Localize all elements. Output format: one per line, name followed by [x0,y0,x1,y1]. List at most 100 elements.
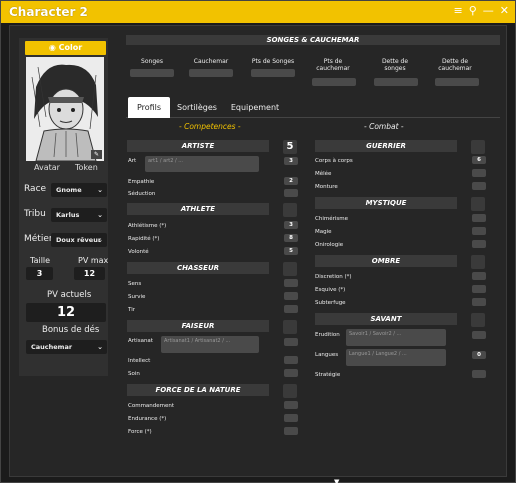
discretion-value[interactable] [472,272,486,280]
chevron-down-icon: ⌄ [97,186,103,194]
tab-profils[interactable]: Profils [128,97,170,118]
skill-discretion: Discretion (*) [315,274,352,280]
guerrier-value[interactable] [471,140,485,154]
tribu-label: Tribu [24,209,46,219]
langues-value[interactable]: 0 [472,351,486,359]
bonus-label: Bonus de dés [42,325,100,335]
magie-value[interactable] [472,227,486,235]
skill-corps-a-corps: Corps à corps [315,158,353,164]
athlete-value[interactable] [283,203,297,217]
savant-value[interactable] [471,313,485,327]
bonus-select[interactable]: Cauchemar ⌄ [26,340,107,354]
empathie-value[interactable]: 2 [284,177,298,185]
langues-textarea[interactable]: Langue1 / Langue2 / ... [346,349,446,366]
art-textarea[interactable]: art1 / art2 / ... [145,156,259,172]
pvmax-input[interactable]: 12 [74,267,105,280]
tab-equipement[interactable]: Equipement [229,97,281,118]
edit-avatar-icon[interactable]: ✎ [91,150,102,159]
force-nature-category: FORCE DE LA NATURE [127,384,269,396]
cauchemar-input[interactable] [189,69,233,77]
chimerisme-value[interactable] [472,214,486,222]
token-label: Token [75,163,98,172]
menu-icon[interactable]: ≡ [454,4,463,17]
volonte-value[interactable]: 5 [284,247,298,255]
skill-rapidite: Rapidité (*) [128,236,160,242]
pts-cauchemar-input[interactable] [312,78,356,86]
esquive-value[interactable] [472,285,486,293]
tab-sortileges[interactable]: Sortilèges [174,97,220,118]
skill-subterfuge: Subterfuge [315,300,346,306]
skill-empathie: Empathie [128,179,155,185]
songes-label: Songes [141,58,163,65]
ombre-value[interactable] [471,255,485,269]
skill-seduction: Séduction [128,191,156,197]
songes-input[interactable] [130,69,174,77]
athlete-category: ATHLETE [127,203,269,215]
metier-label: Métier [24,234,53,244]
force-value[interactable] [284,427,298,435]
pts-songes-input[interactable] [251,69,295,77]
rapidite-value[interactable]: 8 [284,234,298,242]
pv-actuels-input[interactable]: 12 [26,303,106,322]
skill-athletisme: Athlétisme (*) [128,223,167,229]
subterfuge-value[interactable] [472,298,486,306]
tribu-select[interactable]: Karlus ⌄ [51,208,107,222]
skill-volonte: Volonté [128,249,149,255]
endurance-value[interactable] [284,414,298,422]
tir-value[interactable] [284,305,298,313]
skill-melee: Mêlée [315,171,332,177]
close-icon[interactable]: ✕ [500,4,509,17]
chasseur-value[interactable] [283,262,297,276]
strategie-value[interactable] [472,370,486,378]
pts-songes-label: Pts de Songes [251,58,295,65]
artiste-category: ARTISTE [127,140,269,152]
erudition-value[interactable] [472,331,486,339]
skill-tir: Tir [128,307,135,313]
survie-value[interactable] [284,292,298,300]
art-value[interactable]: 3 [284,157,298,165]
sens-value[interactable] [284,279,298,287]
skill-magie: Magie [315,229,332,235]
skill-soin: Soin [128,371,140,377]
seduction-value[interactable] [284,189,298,197]
mystique-value[interactable] [471,197,485,211]
taille-input[interactable]: 3 [26,267,53,280]
athletisme-value[interactable]: 3 [284,221,298,229]
avatar-sketch [26,57,104,161]
skill-strategie: Stratégie [315,372,341,378]
color-button[interactable]: ◉ Color [25,41,106,55]
chevron-down-icon: ⌄ [97,343,103,351]
metier-select[interactable]: Doux rêveur ⌄ [51,233,107,247]
onirologie-value[interactable] [472,240,486,248]
chevron-down-icon: ⌄ [97,236,103,244]
cauchemar-label: Cauchemar [193,58,229,65]
character-sheet-window: Character 2 ≡ ⚲ — ✕ ◉ Color ✎ Avatar Tok… [0,0,516,483]
combat-title: - Combat - [364,122,404,131]
dette-songes-input[interactable] [374,78,418,86]
artiste-value[interactable]: 5 [283,140,297,154]
dette-cauchemar-input[interactable] [435,78,479,86]
skill-artisanat: Artisanat [128,338,153,344]
avatar-image[interactable]: ✎ [26,57,104,161]
race-select[interactable]: Gnome ⌄ [51,183,107,197]
melee-value[interactable] [472,169,486,177]
corps-a-corps-value[interactable]: 6 [472,156,486,164]
skill-sens: Sens [128,281,142,287]
pin-icon[interactable]: ⚲ [469,4,477,17]
erudition-textarea[interactable]: Savoir1 / Savoir2 / ... [346,329,446,346]
mystique-category: MYSTIQUE [315,197,457,209]
intellect-value[interactable] [284,356,298,364]
artisanat-textarea[interactable]: Artisanat1 / Artisanat2 / ... [161,336,259,353]
faiseur-category: FAISEUR [127,320,269,332]
pvmax-label: PV max [78,256,109,265]
scroll-down-icon[interactable]: ▼ [334,478,339,483]
commandement-value[interactable] [284,401,298,409]
monture-value[interactable] [472,182,486,190]
pv-actuels-label: PV actuels [47,290,92,300]
force-nature-value[interactable] [283,384,297,398]
soin-value[interactable] [284,369,298,377]
artisanat-value[interactable] [284,338,298,346]
title-bar[interactable]: Character 2 ≡ ⚲ — ✕ [1,1,515,23]
faiseur-value[interactable] [283,320,297,334]
minimize-icon[interactable]: — [483,4,494,17]
